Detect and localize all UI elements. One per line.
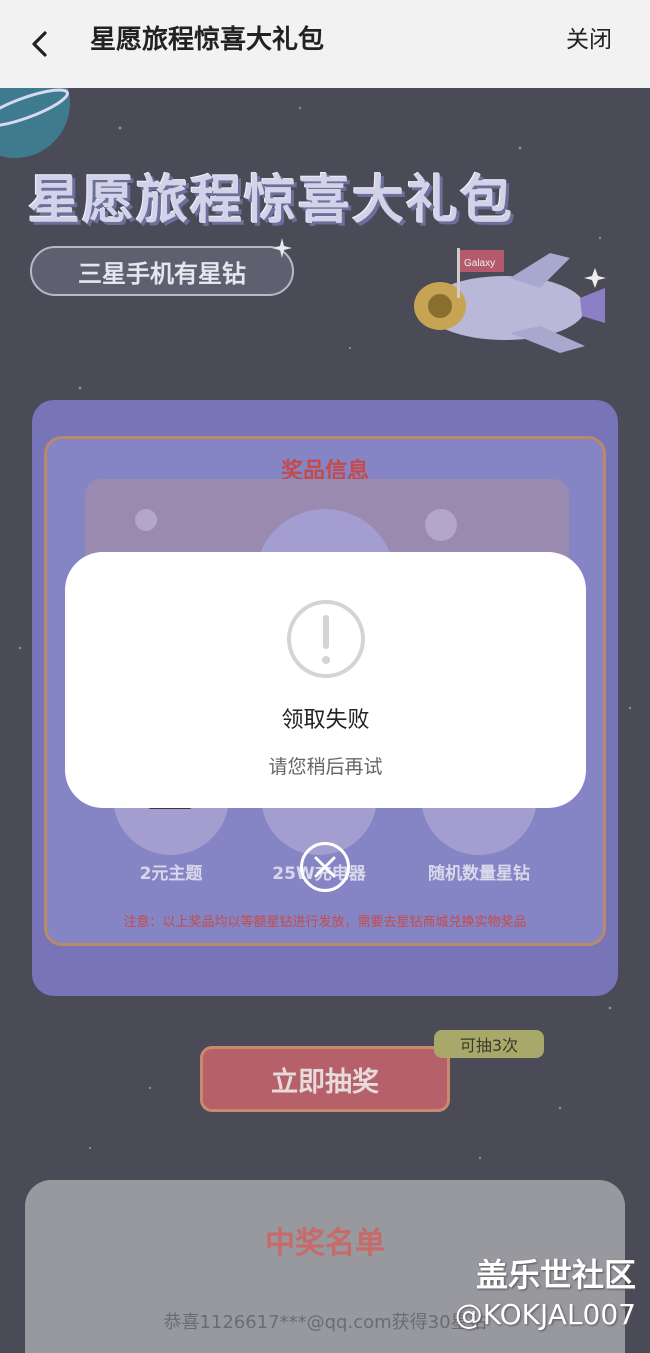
bubble-decoration xyxy=(135,509,157,531)
bubble-decoration xyxy=(425,509,457,541)
draw-now-button[interactable]: 立即抽奖 xyxy=(200,1046,450,1112)
warning-icon xyxy=(287,600,365,678)
rocket-flag-text: Galaxy xyxy=(464,258,495,269)
back-button[interactable] xyxy=(22,26,58,62)
dialog-message: 请您稍后再试 xyxy=(268,756,383,778)
prize-item-label: 2元主题 xyxy=(139,864,203,884)
rocket-illustration: Galaxy xyxy=(414,248,606,353)
sparkle-icon xyxy=(272,238,292,258)
page-title: 星愿旅程惊喜大礼包 xyxy=(90,25,325,55)
hero-title: 星愿旅程惊喜大礼包 xyxy=(28,171,515,231)
app-bar: 星愿旅程惊喜大礼包 关闭 xyxy=(0,0,650,88)
error-dialog: 领取失败 请您稍后再试 xyxy=(65,552,586,808)
close-icon xyxy=(314,856,336,878)
watermark-handle: @KOKJAL007 xyxy=(454,1298,636,1331)
hero-subtitle-pill: 三星手机有星钻 xyxy=(30,246,294,296)
dialog-title: 领取失败 xyxy=(281,708,370,733)
draw-remaining-badge: 可抽3次 xyxy=(434,1030,544,1058)
close-button[interactable]: 关闭 xyxy=(566,22,612,58)
planet-ring-decoration xyxy=(0,88,69,128)
prize-item-label: 随机数量星钻 xyxy=(428,864,530,884)
prize-note: 注意：以上奖品均以等额星钻进行发放，需要去星钻商城兑换实物奖品 xyxy=(123,915,527,930)
dialog-close-button[interactable] xyxy=(300,842,350,892)
watermark-community: 盖乐世社区 xyxy=(475,1256,636,1294)
chevron-left-icon xyxy=(32,31,47,57)
